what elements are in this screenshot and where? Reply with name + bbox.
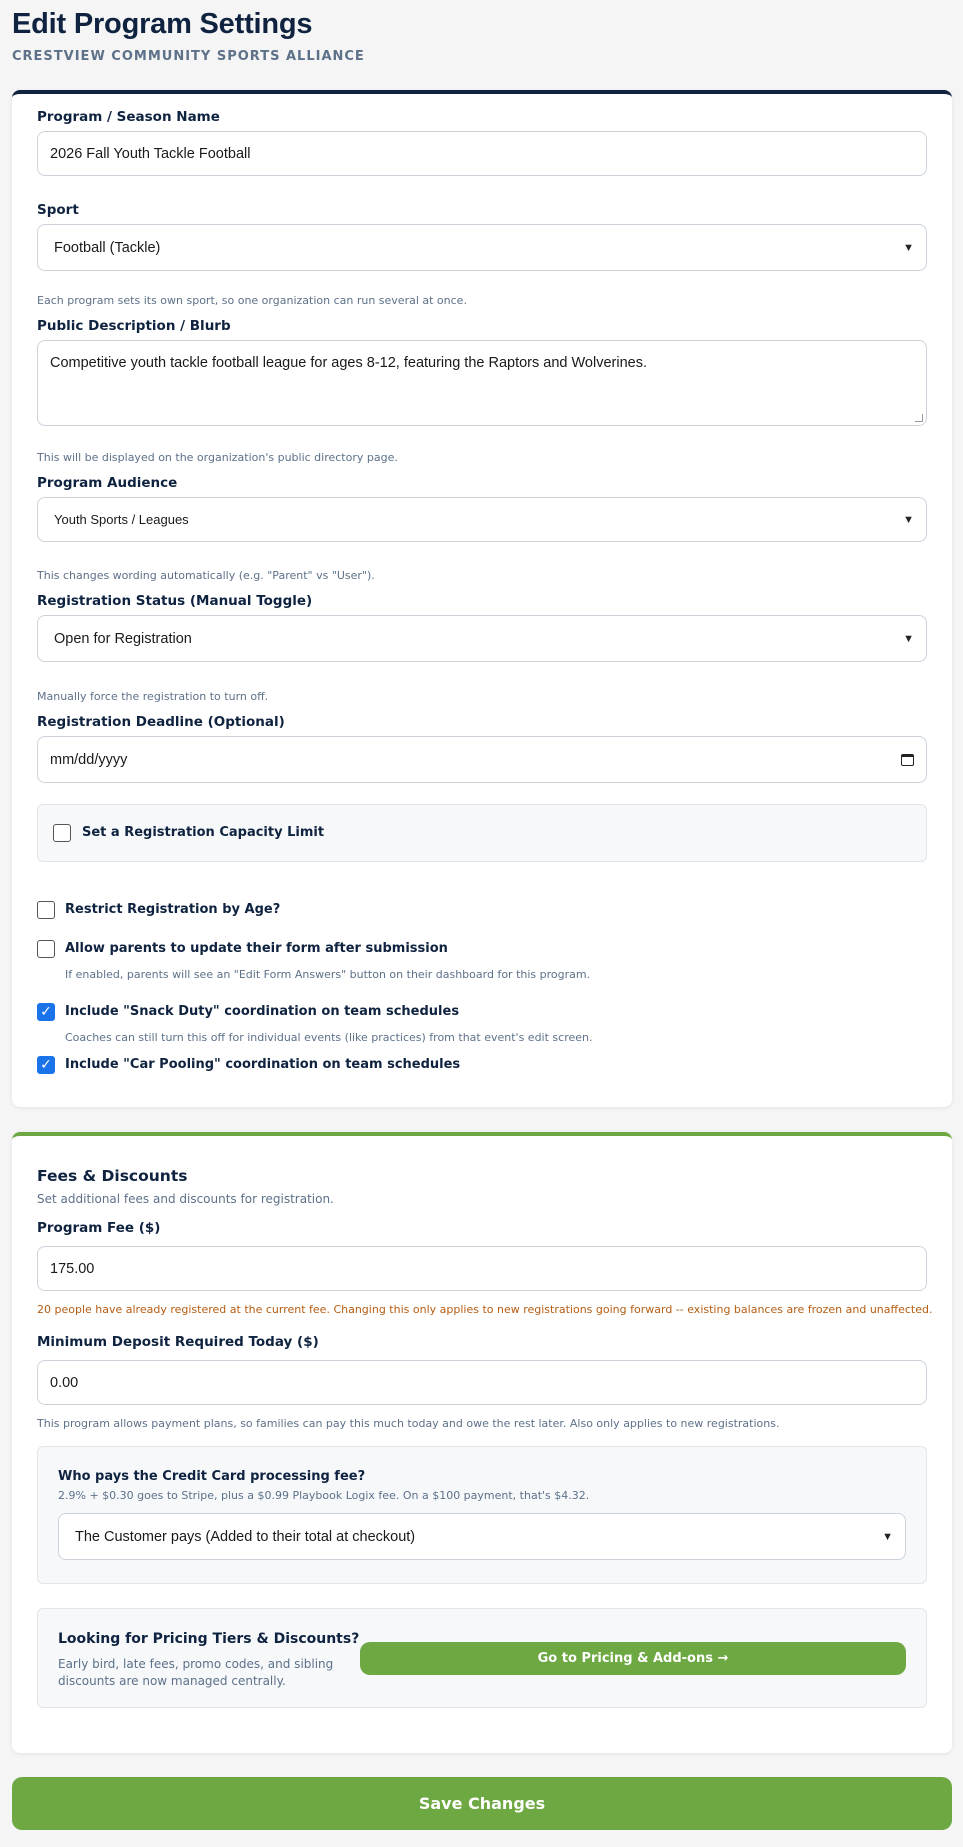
pricing-tiers-help-line: Early bird, late fees, promo codes, and … xyxy=(58,1657,334,1671)
capacity-panel: Set a Registration Capacity Limit xyxy=(37,804,927,862)
audience-label: Program Audience xyxy=(37,475,178,491)
cc-fee-select[interactable]: The Customer pays (Added to their total … xyxy=(58,1513,906,1560)
description-help: This will be displayed on the organizati… xyxy=(37,451,398,464)
description-label: Public Description / Blurb xyxy=(37,318,231,334)
page-header: Edit Program Settings CRESTVIEW COMMUNIT… xyxy=(12,8,365,64)
audience-help: This changes wording automatically (e.g.… xyxy=(37,569,375,582)
sport-value: Football (Tackle) xyxy=(54,239,161,256)
chevron-down-icon: ▼ xyxy=(882,1530,893,1543)
age-restriction-label: Restrict Registration by Age? xyxy=(65,902,281,917)
deposit-help: This program allows payment plans, so fa… xyxy=(37,1417,780,1430)
capacity-label: Set a Registration Capacity Limit xyxy=(82,825,325,840)
update-form-checkbox[interactable] xyxy=(37,940,55,958)
sport-label: Sport xyxy=(37,202,79,218)
audience-value: Youth Sports / Leagues xyxy=(54,512,189,527)
description-textarea[interactable]: Competitive youth tackle football league… xyxy=(37,340,927,426)
fees-subtitle: Set additional fees and discounts for re… xyxy=(37,1192,334,1206)
cc-fee-help: 2.9% + $0.30 goes to Stripe, plus a $0.9… xyxy=(58,1489,590,1502)
check-icon: ✓ xyxy=(40,1004,52,1020)
page-title: Edit Program Settings xyxy=(12,8,313,40)
program-name-value: 2026 Fall Youth Tackle Football xyxy=(50,145,251,162)
cc-fee-value: The Customer pays (Added to their total … xyxy=(75,1528,416,1545)
program-settings-card: Program / Season Name 2026 Fall Youth Ta… xyxy=(12,90,952,1107)
program-fee-label: Program Fee ($) xyxy=(37,1220,161,1236)
update-form-help: If enabled, parents will see an "Edit Fo… xyxy=(65,968,591,981)
check-icon: ✓ xyxy=(40,1057,52,1073)
age-restriction-checkbox[interactable] xyxy=(37,901,55,919)
program-name-input[interactable]: 2026 Fall Youth Tackle Football xyxy=(37,131,927,176)
deadline-placeholder: mm/dd/yyyy xyxy=(50,751,128,768)
fee-warning: 20 people have already registered at the… xyxy=(37,1303,933,1316)
calendar-icon[interactable] xyxy=(901,753,914,766)
capacity-checkbox[interactable] xyxy=(53,824,71,842)
deposit-input[interactable]: 0.00 xyxy=(37,1360,927,1405)
pricing-tiers-title: Looking for Pricing Tiers & Discounts? xyxy=(58,1631,360,1647)
program-name-label: Program / Season Name xyxy=(37,109,220,125)
chevron-down-icon: ▼ xyxy=(903,241,914,254)
cc-fee-title: Who pays the Credit Card processing fee? xyxy=(58,1469,366,1484)
pricing-addons-button[interactable]: Go to Pricing & Add-ons → xyxy=(360,1642,906,1675)
snack-duty-checkbox[interactable]: ✓ xyxy=(37,1003,55,1021)
snack-duty-label: Include "Snack Duty" coordination on tea… xyxy=(65,1004,460,1019)
save-changes-button[interactable]: Save Changes xyxy=(12,1777,952,1830)
cc-fee-panel: Who pays the Credit Card processing fee?… xyxy=(37,1446,927,1584)
update-form-label: Allow parents to update their form after… xyxy=(65,941,448,956)
chevron-down-icon: ▼ xyxy=(903,513,914,526)
resize-handle-icon[interactable] xyxy=(915,414,923,422)
car-pooling-checkbox[interactable]: ✓ xyxy=(37,1056,55,1074)
status-help: Manually force the registration to turn … xyxy=(37,690,269,703)
deadline-label: Registration Deadline (Optional) xyxy=(37,714,285,730)
program-fee-input[interactable]: 175.00 xyxy=(37,1246,927,1291)
car-pooling-label: Include "Car Pooling" coordination on te… xyxy=(65,1057,461,1072)
organization-name: CRESTVIEW COMMUNITY SPORTS ALLIANCE xyxy=(12,49,365,64)
status-label: Registration Status (Manual Toggle) xyxy=(37,593,313,609)
sport-select[interactable]: Football (Tackle) ▼ xyxy=(37,224,927,271)
sport-help: Each program sets its own sport, so one … xyxy=(37,294,467,307)
description-value: Competitive youth tackle football league… xyxy=(50,355,647,371)
deadline-date-input[interactable]: mm/dd/yyyy xyxy=(37,736,927,783)
fees-card: Fees & Discounts Set additional fees and… xyxy=(12,1132,952,1753)
deposit-label: Minimum Deposit Required Today ($) xyxy=(37,1334,319,1350)
fees-title: Fees & Discounts xyxy=(37,1167,188,1185)
status-value: Open for Registration xyxy=(54,630,192,647)
program-fee-value: 175.00 xyxy=(50,1260,95,1277)
pricing-tiers-panel: Looking for Pricing Tiers & Discounts? E… xyxy=(37,1608,927,1708)
status-select[interactable]: Open for Registration ▼ xyxy=(37,615,927,662)
audience-select[interactable]: Youth Sports / Leagues ▼ xyxy=(37,497,927,542)
pricing-tiers-help-line: discounts are now managed centrally. xyxy=(58,1674,286,1688)
deposit-value: 0.00 xyxy=(50,1374,79,1391)
snack-duty-help: Coaches can still turn this off for indi… xyxy=(65,1031,593,1044)
pricing-tiers-help: Early bird, late fees, promo codes, and … xyxy=(58,1656,333,1690)
chevron-down-icon: ▼ xyxy=(903,632,914,645)
